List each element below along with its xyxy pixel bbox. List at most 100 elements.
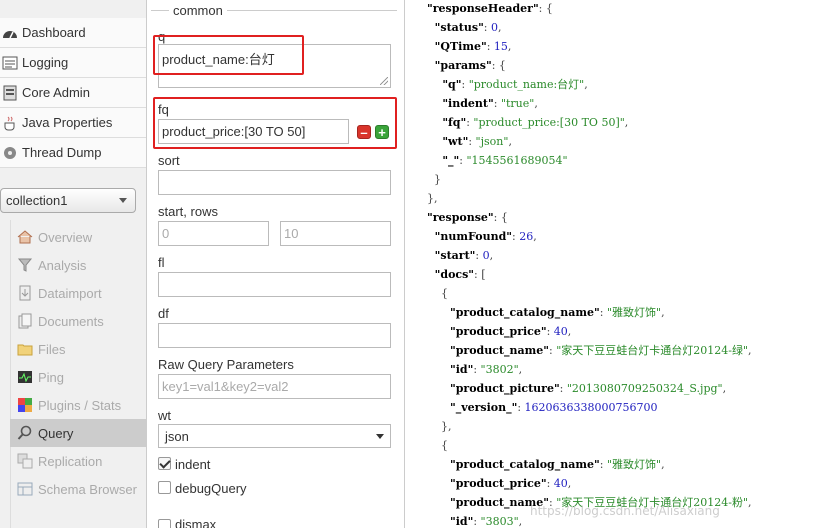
response-line: { <box>427 286 448 301</box>
collection-selector[interactable]: collection1 <box>0 188 136 213</box>
response-token: "response" <box>427 211 494 224</box>
response-line: "start": 0, <box>427 248 493 263</box>
nav-logging[interactable]: Logging <box>0 48 146 78</box>
nav-replication[interactable]: Replication <box>10 447 147 475</box>
documents-icon <box>17 313 33 329</box>
response-line: "numFound": 26, <box>427 229 537 244</box>
response-token: : <box>493 97 501 110</box>
start-input[interactable]: 0 <box>158 221 269 246</box>
response-token: "q" <box>427 78 462 91</box>
indent-label: indent <box>175 457 211 472</box>
response-token: , <box>518 515 523 528</box>
response-line: "product_price": 40, <box>427 476 571 491</box>
wt-select[interactable]: json <box>158 424 391 448</box>
response-token: : <box>517 401 525 414</box>
response-token: , <box>567 477 572 490</box>
rows-input[interactable]: 10 <box>280 221 391 246</box>
nav-overview[interactable]: Overview <box>10 223 147 251</box>
response-token: "3803" <box>480 515 519 528</box>
df-input[interactable] <box>158 323 391 348</box>
response-token: : <box>461 78 469 91</box>
dismax-checkbox[interactable] <box>158 519 171 528</box>
dataimport-icon <box>17 285 33 301</box>
nav-core-admin[interactable]: Core Admin <box>0 78 146 108</box>
response-token: 1620636338000756700 <box>524 401 658 414</box>
response-token: "true" <box>500 97 535 110</box>
nav-ping[interactable]: Ping <box>10 363 147 391</box>
response-line: "params": { <box>427 58 506 73</box>
response-token: , <box>661 306 665 319</box>
files-icon <box>17 341 33 357</box>
resize-handle[interactable] <box>380 77 388 85</box>
response-token: , <box>584 78 588 91</box>
response-line: "product_catalog_name": "雅致灯饰", <box>427 457 665 472</box>
nav-analysis[interactable]: Analysis <box>10 251 147 279</box>
response-token: , <box>533 230 537 243</box>
nav-documents[interactable]: Documents <box>10 307 147 335</box>
indent-checkbox[interactable] <box>158 457 171 470</box>
response-line: "id": "3803", <box>427 514 522 528</box>
response-line: "fq": "product_price:[30 TO 50]", <box>427 115 628 130</box>
nav-dataimport[interactable]: Dataimport <box>10 279 147 307</box>
response-token: "家天下豆豆蛙台灯卡通台灯20124-绿" <box>556 344 749 357</box>
response-token: : <box>473 363 481 376</box>
overview-icon <box>17 229 33 245</box>
response-token: "QTime" <box>427 40 487 53</box>
add-fq-button[interactable]: + <box>375 125 389 139</box>
debug-query-label: debugQuery <box>175 481 247 496</box>
watermark: https://blog.csdn.net/Alisaxiang <box>530 504 720 518</box>
highlight-box-q <box>153 35 304 75</box>
response-token: , <box>508 135 512 148</box>
response-token: "responseHeader" <box>427 2 539 15</box>
response-token: "product_catalog_name" <box>427 458 600 471</box>
nav-thread-dump[interactable]: Thread Dump <box>0 138 146 168</box>
response-line: "status": 0, <box>427 20 502 35</box>
response-token: 40 <box>553 325 568 338</box>
response-token: "雅致灯饰" <box>606 458 662 471</box>
response-token: , <box>748 496 752 509</box>
core-admin-icon <box>2 85 18 101</box>
thread-dump-icon <box>2 145 18 161</box>
raw-params-label: Raw Query Parameters <box>158 357 294 372</box>
fq-input[interactable]: product_price:[30 TO 50] <box>158 119 349 144</box>
response-token: , <box>534 97 538 110</box>
query-form: common q product_name:台灯 fq product_pric… <box>147 0 405 528</box>
nav-plugins-stats[interactable]: Plugins / Stats <box>10 391 147 419</box>
remove-fq-button[interactable]: – <box>357 125 371 139</box>
nav-files[interactable]: Files <box>10 335 147 363</box>
response-token: "fq" <box>427 116 467 129</box>
nav-java-properties[interactable]: Java Properties <box>0 108 146 138</box>
start-rows-label: start, rows <box>158 204 218 219</box>
debug-query-checkbox[interactable] <box>158 481 171 494</box>
schema-browser-icon <box>17 481 33 497</box>
response-line: "responseHeader": { <box>427 1 553 16</box>
response-token: : <box>468 135 476 148</box>
raw-params-input[interactable]: key1=val1&key2=val2 <box>158 374 391 399</box>
response-token: 0 <box>491 21 498 34</box>
nav-dashboard[interactable]: Dashboard <box>0 18 146 48</box>
response-token: 0 <box>482 249 490 262</box>
query-icon <box>17 425 33 441</box>
nav-schema-browser[interactable]: Schema Browser <box>10 475 147 503</box>
response-line: }, <box>427 191 438 206</box>
response-token: : <box>473 515 481 528</box>
response-token: , <box>489 249 494 262</box>
response-token: , <box>722 382 727 395</box>
fieldset-legend: common <box>169 3 227 18</box>
dashboard-icon <box>2 25 18 41</box>
response-line: "response": { <box>427 210 508 225</box>
response-token: "numFound" <box>427 230 512 243</box>
left-nav: Dashboard Logging Core Admin Java Proper… <box>0 0 147 528</box>
fl-input[interactable] <box>158 272 391 297</box>
nav-query[interactable]: Query <box>10 419 147 447</box>
wt-label: wt <box>158 408 171 423</box>
sort-input[interactable] <box>158 170 391 195</box>
response-panel: "responseHeader": { "status": 0, "QTime"… <box>405 0 815 528</box>
response-line: "id": "3802", <box>427 362 522 377</box>
response-token: } <box>427 173 441 186</box>
response-line: "QTime": 15, <box>427 39 512 54</box>
response-token: : { <box>491 59 506 72</box>
response-line: "product_picture": "2013080709250324_S.j… <box>427 381 726 396</box>
response-line: "q": "product_name:台灯", <box>427 77 588 92</box>
response-token: : <box>475 249 483 262</box>
